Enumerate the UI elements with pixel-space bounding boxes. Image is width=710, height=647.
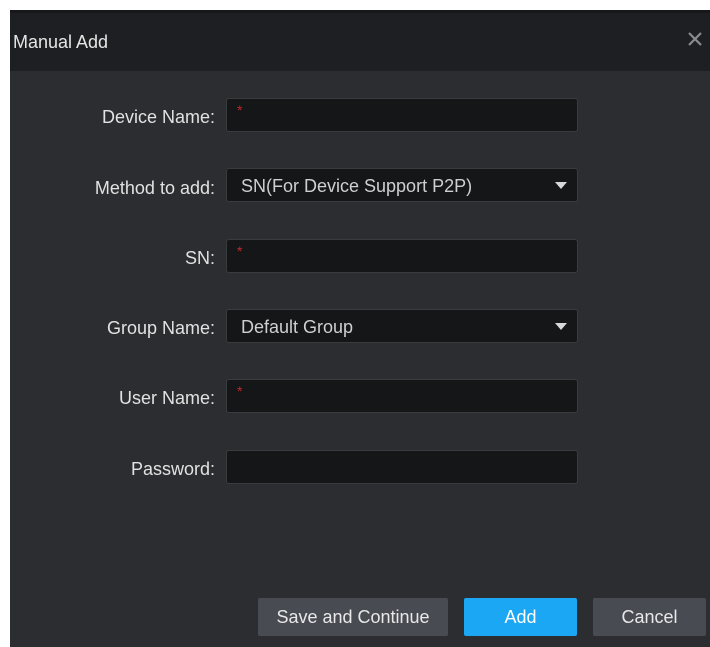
method-select[interactable]: SN(For Device Support P2P) — [226, 168, 578, 202]
group-name-select[interactable]: Default Group — [226, 309, 578, 343]
required-marker: * — [237, 383, 243, 399]
required-marker: * — [237, 243, 243, 259]
required-marker: * — [237, 102, 243, 118]
password-input[interactable] — [226, 450, 578, 484]
chevron-down-icon[interactable] — [555, 323, 567, 330]
password-label: Password: — [130, 459, 215, 479]
manual-add-dialog: Manual Add Device Name: * Method to add:… — [10, 10, 710, 647]
method-label: Method to add: — [94, 178, 215, 198]
user-name-label: User Name: — [118, 388, 215, 408]
sn-input[interactable]: * — [226, 239, 578, 273]
method-selected-value: SN(For Device Support P2P) — [241, 176, 473, 196]
dialog-titlebar: Manual Add — [10, 13, 710, 71]
group-selected-value: Default Group — [241, 317, 354, 337]
group-name-label: Group Name: — [106, 318, 215, 338]
user-name-input[interactable]: * — [226, 379, 578, 413]
add-button[interactable]: Add — [464, 598, 577, 636]
device-name-input[interactable]: * — [226, 98, 578, 132]
device-name-label: Device Name: — [101, 107, 215, 127]
dialog-title: Manual Add — [13, 32, 109, 52]
close-icon[interactable] — [684, 28, 706, 50]
chevron-down-icon[interactable] — [555, 182, 567, 189]
sn-label: SN: — [184, 248, 215, 268]
cancel-button[interactable]: Cancel — [593, 598, 706, 636]
save-and-continue-button[interactable]: Save and Continue — [258, 598, 448, 636]
